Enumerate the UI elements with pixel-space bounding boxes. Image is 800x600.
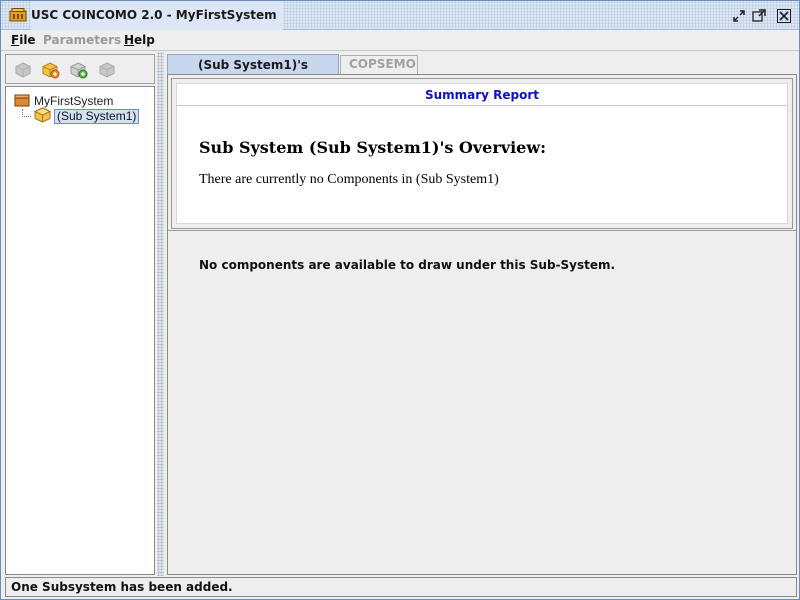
tab-strip: (Sub System1)'s Overview COPSEMO [167,54,797,92]
tree-child-label: (Sub System1) [54,108,140,124]
tree-root-node[interactable]: MyFirstSystem [14,93,113,109]
menu-help-label: elp [134,33,155,47]
app-window: USC COINCOMO 2.0 - MyFirstSystem File Pa… [0,0,800,600]
add-component-icon[interactable] [70,61,88,79]
system-icon[interactable] [14,61,32,79]
tree-connector [22,109,31,117]
app-logo-icon [9,8,27,22]
status-message: One Subsystem has been added. [11,580,233,594]
maximize-icon[interactable] [752,9,766,23]
menu-help-mnemonic: H [124,33,135,47]
tree-child-node[interactable]: (Sub System1) [33,106,140,126]
overview-heading: Sub System (Sub System1)'s Overview: [199,138,547,157]
tree-toolbar [5,54,155,84]
tab-overview[interactable]: (Sub System1)'s Overview [167,54,339,92]
split-pane-divider[interactable] [157,52,164,576]
diagram-empty-message: No components are available to draw unde… [199,258,616,272]
system-folder-icon [14,93,30,110]
close-icon[interactable] [777,9,791,23]
summary-report: Summary Report Sub System (Sub System1)'… [176,83,788,224]
add-subsystem-icon[interactable] [42,61,60,79]
menu-parameters[interactable]: Parameters [43,30,121,51]
delete-icon[interactable] [98,61,116,79]
menu-help[interactable]: Help [124,30,155,51]
menu-bar: File Parameters Help [1,30,799,51]
tab-copsemo[interactable]: COPSEMO [340,55,418,75]
overview-text: There are currently no Components in (Su… [199,172,499,187]
subsystem-cube-icon [33,106,52,126]
title-bar[interactable]: USC COINCOMO 2.0 - MyFirstSystem [1,1,799,30]
menu-file-mnemonic: F [11,33,20,47]
restore-icon[interactable] [732,9,746,23]
status-bar: One Subsystem has been added. [5,577,797,597]
tab-content: Summary Report Sub System (Sub System1)'… [167,74,797,575]
summary-report-frame: Summary Report Sub System (Sub System1)'… [171,78,793,229]
summary-report-header: Summary Report [177,84,787,106]
menu-file-label: ile [19,33,36,47]
menu-file[interactable]: File [11,30,36,51]
window-title: USC COINCOMO 2.0 - MyFirstSystem [31,1,283,30]
system-tree[interactable]: MyFirstSystem (Sub System1) [5,86,155,575]
diagram-panel: No components are available to draw unde… [168,230,796,574]
